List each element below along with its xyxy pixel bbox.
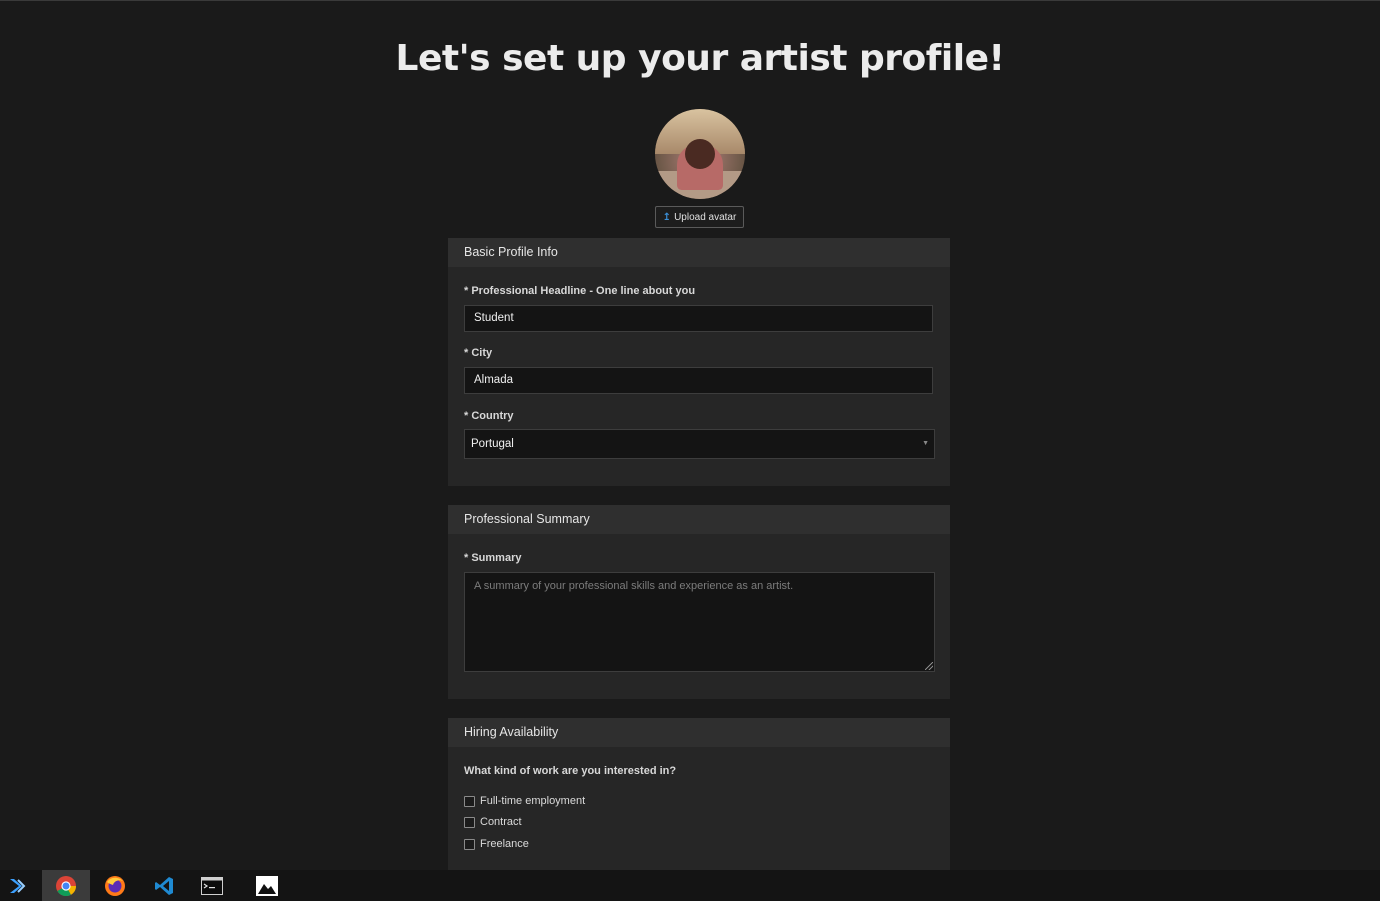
terminal-icon [201,876,223,895]
headline-label: * Professional Headline - One line about… [464,285,696,297]
vscode-icon [155,876,173,895]
freelance-checkbox[interactable] [464,838,475,850]
option-full-time[interactable]: Full-time employment [464,795,585,807]
resize-handle-icon[interactable] [925,662,933,670]
firefox-icon [105,875,125,896]
page-title: Let's set up your artist profile! [395,38,1005,79]
country-select[interactable]: Portugal ▼ [464,429,935,459]
taskbar-image-viewer[interactable] [244,870,290,901]
summary-panel: Professional Summary * Summary A summary… [448,505,950,699]
contract-label: Contract [480,816,522,828]
upload-avatar-label: Upload avatar [674,211,737,223]
upload-avatar-button[interactable]: ↥ Upload avatar [655,206,744,228]
contract-checkbox[interactable] [464,816,475,828]
option-freelance[interactable]: Freelance [464,838,529,850]
chrome-icon [56,875,77,896]
summary-placeholder: A summary of your professional skills an… [474,580,794,592]
summary-label: * Summary [464,552,522,564]
taskbar-chrome[interactable] [42,870,90,901]
city-label: * City [464,347,493,359]
basic-profile-header: Basic Profile Info [448,238,950,267]
city-input[interactable]: Almada [464,367,933,394]
country-select-value: Portugal [471,438,514,450]
chevron-down-icon: ▼ [922,440,929,447]
taskbar-visual-studio[interactable] [0,870,40,901]
taskbar-vscode[interactable] [141,870,187,901]
window-top-border [0,0,1380,1]
taskbar-firefox[interactable] [92,870,138,901]
summary-textarea[interactable]: A summary of your professional skills an… [464,572,935,672]
taskbar [0,870,1380,901]
basic-profile-panel: Basic Profile Info * Professional Headli… [448,238,950,486]
taskbar-terminal[interactable] [189,870,235,901]
headline-input[interactable]: Student [464,305,933,332]
avatar [655,109,745,199]
freelance-label: Freelance [480,838,529,850]
summary-header: Professional Summary [448,505,950,534]
country-label: * Country [464,410,514,422]
option-contract[interactable]: Contract [464,816,522,828]
full-time-checkbox[interactable] [464,795,475,807]
upload-arrow-icon: ↥ [662,211,672,223]
visual-studio-icon [10,878,26,893]
full-time-label: Full-time employment [480,795,586,807]
hiring-panel: Hiring Availability What kind of work ar… [448,718,950,870]
hiring-header: Hiring Availability [448,718,950,747]
work-type-question: What kind of work are you interested in? [464,765,677,777]
image-viewer-icon [256,875,278,896]
